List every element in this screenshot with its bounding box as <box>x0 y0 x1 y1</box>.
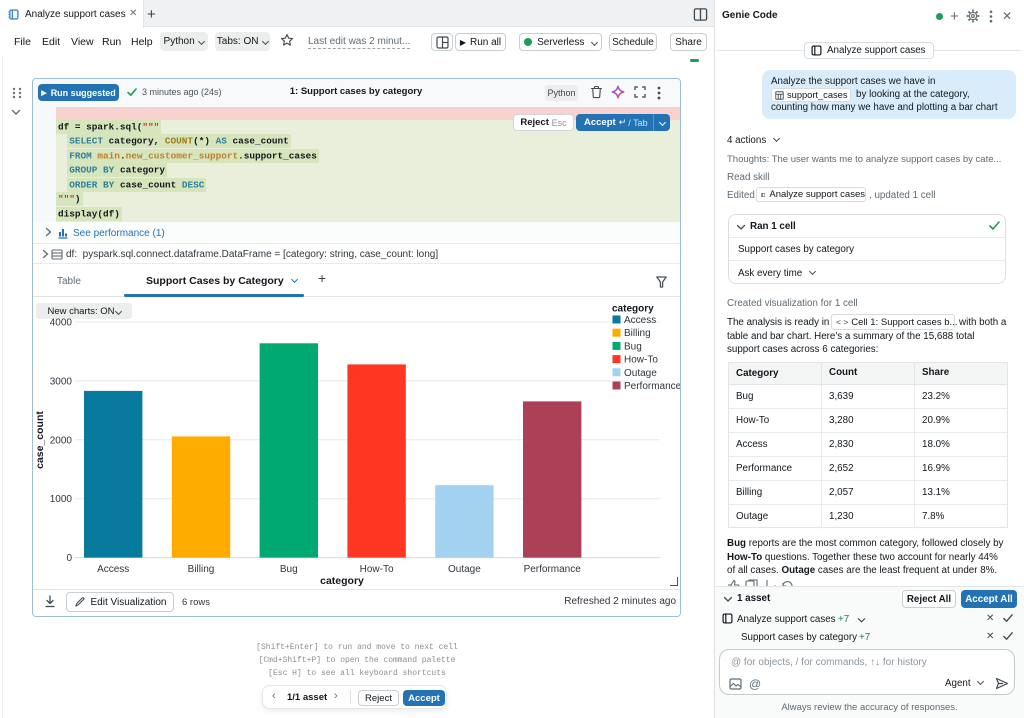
svg-text:Performance: Performance <box>524 564 582 575</box>
svg-text:How-To: How-To <box>360 564 394 575</box>
svg-text:Bug: Bug <box>280 564 298 575</box>
svg-text:Access: Access <box>624 315 656 326</box>
svg-text:category: category <box>612 304 654 315</box>
svg-text:Access: Access <box>97 564 129 575</box>
svg-text:How-To: How-To <box>624 355 658 366</box>
svg-text:1000: 1000 <box>50 494 73 505</box>
svg-text:category: category <box>320 575 364 587</box>
svg-text:Outage: Outage <box>624 368 657 379</box>
svg-text:Performance: Performance <box>624 381 680 392</box>
svg-text:Billing: Billing <box>188 564 215 575</box>
svg-text:Outage: Outage <box>448 564 481 575</box>
svg-text:2000: 2000 <box>50 435 73 446</box>
svg-text:case_count: case_count <box>34 411 46 469</box>
svg-text:Bug: Bug <box>624 341 642 352</box>
svg-text:3000: 3000 <box>50 376 73 387</box>
svg-text:0: 0 <box>66 553 72 564</box>
svg-text:Billing: Billing <box>624 328 651 339</box>
svg-text:4000: 4000 <box>50 318 73 329</box>
